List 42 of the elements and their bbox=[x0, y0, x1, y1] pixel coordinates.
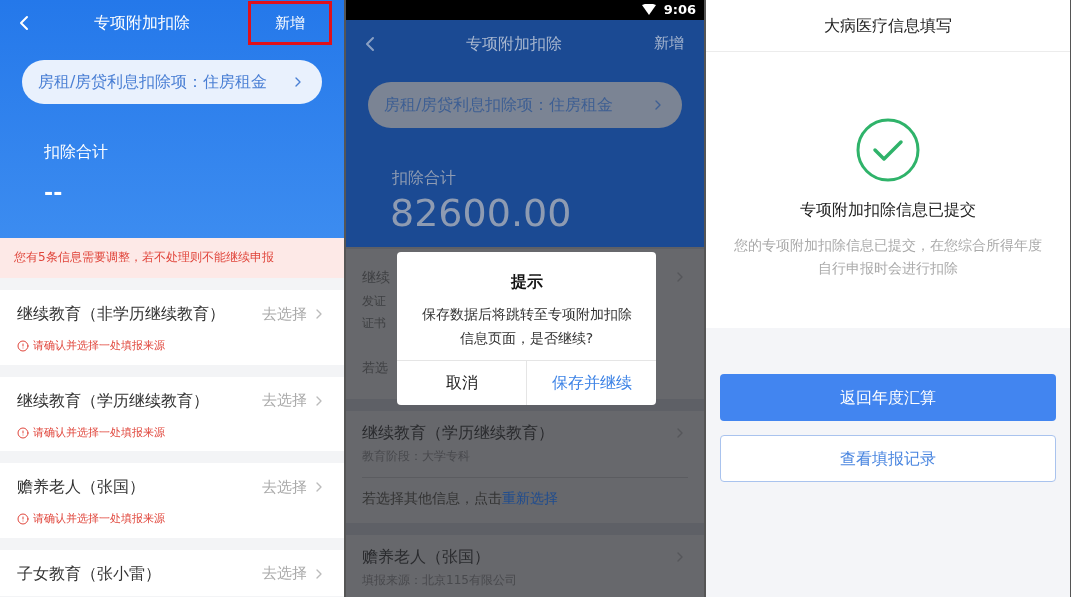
warning-text: 请确认并选择一处填报来源 bbox=[33, 511, 165, 527]
success-message: 您的专项附加扣除信息已提交，在您综合所得年度自行申报时会进行扣除 bbox=[733, 236, 1043, 278]
deduction-item[interactable]: 继续教育（非学历继续教育） 去选择 请确认并选择一处填报来源 bbox=[0, 290, 344, 365]
card-title: 继续教育（学历继续教育） bbox=[362, 422, 555, 444]
total-value: -- bbox=[44, 179, 64, 207]
select-link[interactable]: 去选择 bbox=[262, 302, 307, 326]
item-title: 子女教育（张小雷） bbox=[17, 562, 162, 585]
warning-text: 请确认并选择一处填报来源 bbox=[33, 338, 165, 354]
select-link[interactable]: 去选择 bbox=[262, 562, 307, 585]
wifi-icon bbox=[641, 4, 656, 16]
alert-banner: 您有5条信息需要调整，若不处理则不能继续申报 bbox=[0, 238, 344, 278]
warning-icon bbox=[17, 426, 29, 439]
add-button[interactable]: 新增 bbox=[248, 0, 332, 46]
add-button[interactable]: 新增 bbox=[646, 28, 692, 59]
page-title: 专项附加扣除 bbox=[93, 12, 191, 34]
total-value: 82600.00 bbox=[390, 189, 573, 236]
item-title: 赡养老人（张国） bbox=[17, 476, 146, 498]
warning-text: 请确认并选择一处填报来源 bbox=[33, 424, 165, 441]
status-time: 9:06 bbox=[663, 1, 696, 19]
dialog-message: 保存数据后将跳转至专项附加扣除信息页面，是否继续? bbox=[420, 305, 633, 348]
deduction-item[interactable]: 子女教育（张小雷） 去选择 bbox=[0, 549, 344, 596]
select-link[interactable]: 去选择 bbox=[262, 389, 307, 412]
return-button[interactable]: 返回年度汇算 bbox=[720, 374, 1056, 421]
card-title: 赡养老人（张国） bbox=[362, 546, 491, 568]
warning-icon bbox=[17, 513, 29, 526]
page-title: 大病医疗信息填写 bbox=[824, 14, 952, 37]
deduction-item[interactable]: 赡养老人（张国） 去选择 请确认并选择一处填报来源 bbox=[0, 463, 344, 538]
cancel-button[interactable]: 取消 bbox=[397, 361, 526, 405]
view-records-button[interactable]: 查看填报记录 bbox=[720, 435, 1056, 482]
deduction-item[interactable]: 继续教育（学历继续教育） 去选择 请确认并选择一处填报来源 bbox=[0, 376, 344, 451]
warning-icon bbox=[17, 340, 29, 353]
check-circle-icon bbox=[856, 118, 920, 182]
dialog-title: 提示 bbox=[510, 271, 543, 293]
total-label: 扣除合计 bbox=[392, 166, 457, 189]
page-title: 专项附加扣除 bbox=[465, 32, 563, 55]
save-continue-button[interactable]: 保存并继续 bbox=[526, 361, 656, 405]
success-heading: 专项附加扣除信息已提交 bbox=[800, 199, 976, 221]
housing-deduction-pill[interactable]: 房租/房贷利息扣除项：住房租金 bbox=[22, 60, 322, 104]
total-label: 扣除合计 bbox=[44, 141, 109, 163]
select-link[interactable]: 去选择 bbox=[262, 475, 307, 499]
item-title: 继续教育（学历继续教育） bbox=[17, 389, 210, 412]
item-title: 继续教育（非学历继续教育） bbox=[17, 303, 226, 325]
